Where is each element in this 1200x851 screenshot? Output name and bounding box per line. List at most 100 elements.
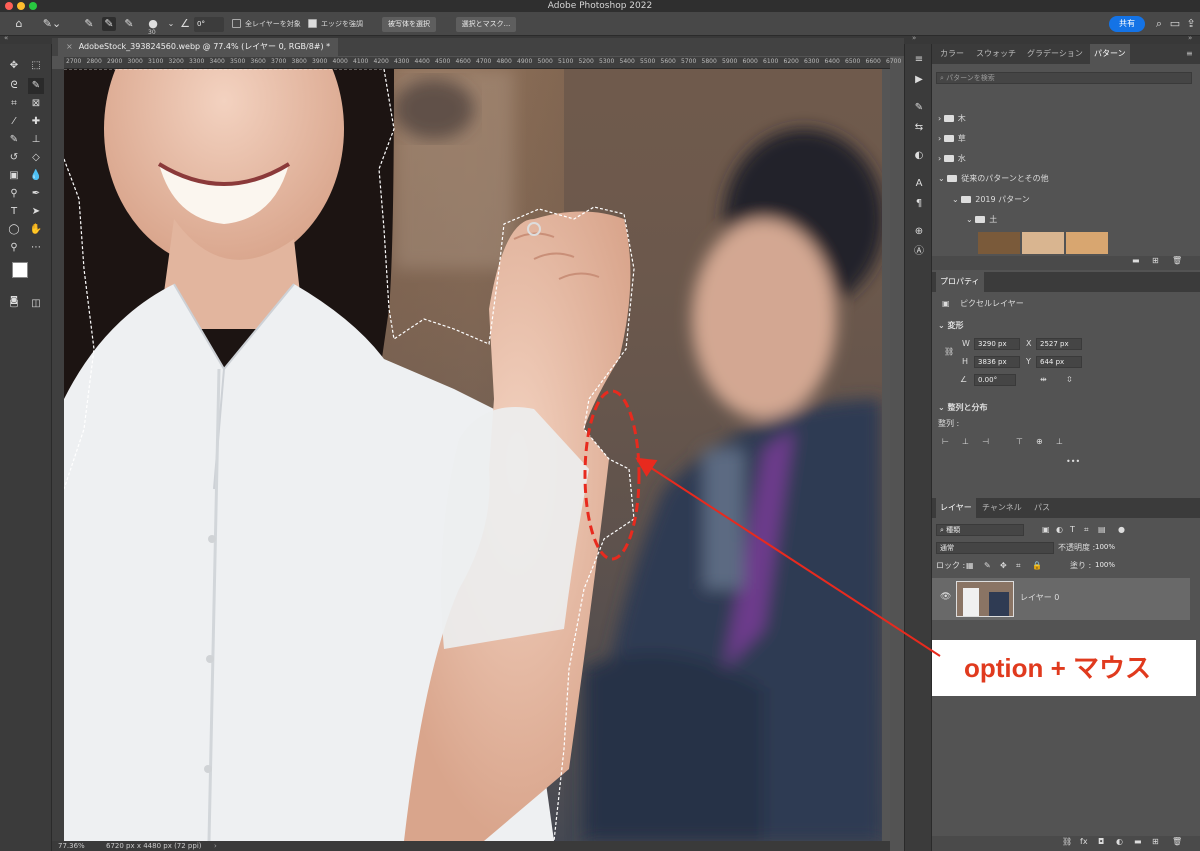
path-selection-tool-icon[interactable]: ➤ [28,204,44,220]
panel-menu-icon[interactable]: ≡ [1182,44,1197,64]
sample-all-layers-checkbox[interactable] [232,19,241,28]
adjustments-icon[interactable]: ⇆ [911,120,927,136]
home-icon[interactable]: ⌂ [12,17,26,31]
subtract-from-selection-brush-icon[interactable]: ✎ [122,17,136,31]
hand-tool-icon[interactable]: ✋ [28,222,44,238]
document-canvas[interactable] [64,69,882,841]
folder-wood[interactable]: › 木 [938,113,966,125]
align-section-toggle[interactable]: ⌄ 整列と分布 [938,402,988,414]
new-selection-brush-icon[interactable]: ✎ [82,17,96,31]
pattern-search-input[interactable]: ⌕ パターンを検索 [936,72,1192,84]
tab-layers[interactable]: レイヤー [936,498,976,518]
fill-field[interactable]: 100% [1092,560,1128,572]
tab-channels[interactable]: チャンネル [978,498,1026,518]
character-panel-icon[interactable]: A [911,176,927,192]
folder-grass[interactable]: › 草 [938,133,966,145]
add-to-selection-brush-icon[interactable]: ✎ [102,17,116,31]
align-right-icon[interactable]: ⊣ [982,436,989,448]
history-brush-tool-icon[interactable]: ↺ [6,150,22,166]
clone-source-icon[interactable]: ⊕ [911,224,927,240]
folder-soil[interactable]: ⌄ 土 [966,214,997,226]
filter-shape-icon[interactable]: ⌗ [1084,524,1089,536]
delete-icon[interactable]: 🗑 [1172,256,1182,265]
dodge-tool-icon[interactable]: ⚲ [6,186,22,202]
tool-preset-picker[interactable]: ✎⌄ [40,17,64,31]
history-panel-icon[interactable]: ≡ [911,52,927,68]
more-options-icon[interactable]: ••• [1066,456,1080,468]
filter-smart-object-icon[interactable]: ▤ [1098,524,1106,536]
x-field[interactable]: 2527 px [1036,338,1082,350]
tab-patterns[interactable]: パターン [1090,44,1130,64]
fx-icon[interactable]: fx [1080,837,1088,846]
lock-position-icon[interactable]: ✥ [1000,560,1007,572]
eyedropper-tool-icon[interactable]: ⁄ [6,114,22,130]
lock-image-icon[interactable]: ✎ [984,560,991,572]
new-group-icon[interactable]: ▬ [1132,256,1140,265]
collapse-panels-icon[interactable]: » [1188,34,1192,42]
search-icon[interactable]: ⌕ [1152,17,1166,31]
y-field[interactable]: 644 px [1036,356,1082,368]
layer-row[interactable]: 👁 レイヤー 0 [932,578,1190,620]
ellipse-tool-icon[interactable]: ◯ [6,222,22,238]
tab-gradients[interactable]: グラデーション [1023,44,1087,64]
new-layer-icon[interactable]: ⊞ [1152,837,1159,846]
quick-selection-tool-icon[interactable]: ✎ [28,78,44,94]
more-tools-icon[interactable]: ⋯ [28,240,44,256]
eraser-tool-icon[interactable]: ◇ [28,150,44,166]
marquee-tool-icon[interactable]: ⬚ [28,58,44,74]
transform-section-toggle[interactable]: ⌄ 変形 [938,320,964,332]
gradient-tool-icon[interactable]: ▣ [6,168,22,184]
tab-swatches[interactable]: スウォッチ [972,44,1020,64]
share-button[interactable]: 共有 [1109,16,1145,32]
brush-tool-icon[interactable]: ✎ [6,132,22,148]
select-and-mask-button[interactable]: 選択とマスク... [456,17,516,32]
align-left-icon[interactable]: ⊢ [942,436,949,448]
eye-icon[interactable]: 👁 [940,592,951,602]
pattern-swatch[interactable] [1066,232,1108,254]
paragraph-panel-icon[interactable]: ¶ [911,196,927,212]
pattern-swatch[interactable] [1022,232,1064,254]
height-field[interactable]: 3836 px [974,356,1020,368]
add-mask-icon[interactable]: ◘ [1098,837,1104,846]
frame-tool-icon[interactable]: ⊠ [28,96,44,112]
collapse-toolbar-icon[interactable]: « [4,34,8,42]
align-top-icon[interactable]: ⊤ [1016,436,1023,448]
align-bottom-icon[interactable]: ⊥ [1056,436,1063,448]
new-pattern-icon[interactable]: ⊞ [1152,256,1159,265]
filter-type-icon[interactable]: T [1070,524,1075,536]
select-subject-button[interactable]: 被写体を選択 [382,17,436,32]
folder-2019[interactable]: ⌄ 2019 パターン [952,194,1030,206]
angle-field[interactable]: 0° [194,17,224,32]
filter-adjustment-icon[interactable]: ◐ [1056,524,1063,536]
glyphs-icon[interactable]: Ⓐ [911,244,927,260]
flip-horizontal-icon[interactable]: ⇹ [1040,374,1047,386]
status-menu-chevron-icon[interactable]: › [214,841,217,851]
actions-panel-icon[interactable]: ▶ [911,72,927,88]
align-center-v-icon[interactable]: ⊕ [1036,436,1043,448]
share-icon[interactable]: ⇪ [1184,17,1198,31]
folder-legacy[interactable]: ⌄ 従来のパターンとその他 [938,173,1049,185]
link-layers-icon[interactable]: ⛓ [1062,837,1072,846]
crop-tool-icon[interactable]: ⌗ [6,96,22,112]
chevron-down-icon[interactable]: ⌄ [164,17,178,31]
tab-color[interactable]: カラー [936,44,968,64]
width-field[interactable]: 3290 px [974,338,1020,350]
styles-icon[interactable]: ◐ [911,148,927,164]
lock-transparent-icon[interactable]: ▦ [966,560,974,572]
type-tool-icon[interactable]: T [6,204,22,220]
pattern-swatch[interactable] [978,232,1020,254]
filter-toggle-icon[interactable]: ● [1118,524,1125,536]
opacity-field[interactable]: 100% [1092,542,1128,554]
new-group-icon[interactable]: ▬ [1134,837,1142,846]
lock-artboard-icon[interactable]: ⌗ [1016,560,1021,572]
artboard-icon[interactable]: ◫ [28,296,44,312]
clone-stamp-tool-icon[interactable]: ⊥ [28,132,44,148]
filter-pixel-icon[interactable]: ▣ [1042,524,1050,536]
foreground-color-swatch[interactable] [12,262,28,278]
blend-mode-select[interactable]: 通常 [936,542,1054,554]
pen-tool-icon[interactable]: ✒ [28,186,44,202]
layer-filter-select[interactable]: ⌕ 種類 [936,524,1024,536]
tab-properties[interactable]: プロパティ [936,272,984,292]
zoom-tool-icon[interactable]: ⚲ [6,240,22,256]
collapse-iconstrip-icon[interactable]: » [912,34,916,42]
